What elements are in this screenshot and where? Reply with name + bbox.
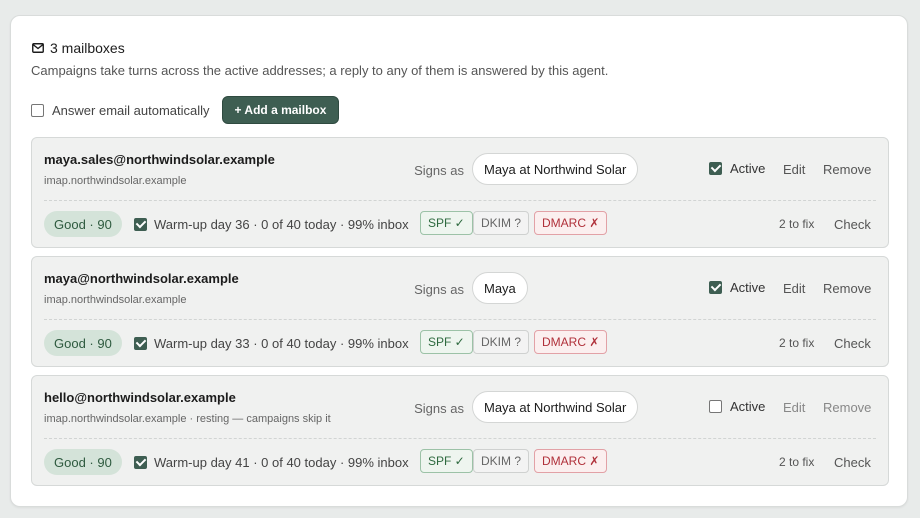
signs-as-label: Signs as	[414, 401, 464, 416]
active-checkbox[interactable]	[709, 162, 722, 175]
signature-pill[interactable]: Maya at Northwind Solar	[472, 391, 639, 423]
page-title: 3 mailboxes	[50, 40, 125, 56]
to-fix-count: 2 to fix	[779, 455, 815, 469]
page-subtitle: Campaigns take turns across the active a…	[31, 63, 609, 78]
mailbox-card: hello@northwindsolar.example imap.northw…	[31, 375, 889, 486]
spf-badge: SPF ✓	[420, 211, 473, 235]
active-label: Active	[730, 161, 766, 176]
card-divider	[44, 438, 876, 439]
warmup-checkbox[interactable]	[134, 337, 147, 350]
mailboxes-heading: 3 mailboxes	[32, 40, 125, 56]
mailbox-email: maya@northwindsolar.example	[44, 271, 239, 286]
mailbox-email: maya.sales@northwindsolar.example	[44, 152, 275, 167]
mailbox-host: imap.northwindsolar.example	[44, 175, 187, 187]
edit-button[interactable]: Edit	[783, 281, 805, 296]
card-divider	[44, 200, 876, 201]
signature-pill[interactable]: Maya	[472, 272, 528, 304]
spf-badge: SPF ✓	[420, 330, 473, 354]
dkim-badge: DKIM ?	[473, 449, 530, 473]
mailbox-email: hello@northwindsolar.example	[44, 390, 236, 405]
dkim-badge: DKIM ?	[473, 330, 530, 354]
mail-icon	[32, 43, 44, 53]
warmup-checkbox[interactable]	[134, 456, 147, 469]
to-fix-count: 2 to fix	[779, 336, 815, 350]
active-checkbox[interactable]	[709, 281, 722, 294]
controls-row: Answer email automatically + Add a mailb…	[31, 96, 340, 124]
active-toggle[interactable]: Active	[709, 399, 765, 414]
warmup-checkbox[interactable]	[134, 218, 147, 231]
warmup-status: Warm-up day 33 · 0 of 40 today · 99% inb…	[154, 336, 409, 351]
spf-badge: SPF ✓	[420, 449, 473, 473]
mailbox-host: imap.northwindsolar.example	[44, 294, 187, 306]
signs-as-label: Signs as	[414, 282, 464, 297]
remove-button[interactable]: Remove	[823, 400, 871, 415]
active-label: Active	[730, 399, 766, 414]
check-button[interactable]: Check	[834, 455, 871, 470]
mailbox-card: maya.sales@northwindsolar.example imap.n…	[31, 137, 889, 248]
signature-pill[interactable]: Maya at Northwind Solar	[472, 153, 639, 185]
mailboxes-panel: 3 mailboxes Campaigns take turns across …	[10, 15, 908, 507]
auto-answer-checkbox[interactable]	[31, 103, 44, 117]
dkim-badge: DKIM ?	[473, 211, 530, 235]
edit-button[interactable]: Edit	[783, 162, 805, 177]
mailbox-host: imap.northwindsolar.example · resting — …	[44, 413, 331, 425]
dmarc-badge: DMARC ✗	[534, 449, 608, 473]
warmup-status: Warm-up day 41 · 0 of 40 today · 99% inb…	[154, 455, 409, 470]
active-toggle[interactable]: Active	[709, 161, 765, 176]
dmarc-badge: DMARC ✗	[534, 211, 608, 235]
health-badge: Good · 90	[44, 330, 122, 356]
health-badge: Good · 90	[44, 211, 122, 237]
remove-button[interactable]: Remove	[823, 281, 871, 296]
add-mailbox-button[interactable]: + Add a mailbox	[221, 96, 340, 124]
signs-as-label: Signs as	[414, 163, 464, 178]
remove-button[interactable]: Remove	[823, 162, 871, 177]
edit-button[interactable]: Edit	[783, 400, 805, 415]
active-checkbox[interactable]	[709, 400, 722, 413]
active-toggle[interactable]: Active	[709, 280, 765, 295]
auto-answer-label: Answer email automatically	[52, 102, 210, 118]
check-button[interactable]: Check	[834, 217, 871, 232]
health-badge: Good · 90	[44, 449, 122, 475]
active-label: Active	[730, 280, 766, 295]
mailbox-card: maya@northwindsolar.example imap.northwi…	[31, 256, 889, 367]
card-divider	[44, 319, 876, 320]
to-fix-count: 2 to fix	[779, 217, 815, 231]
check-button[interactable]: Check	[834, 336, 871, 351]
dmarc-badge: DMARC ✗	[534, 330, 608, 354]
warmup-status: Warm-up day 36 · 0 of 40 today · 99% inb…	[154, 217, 409, 232]
